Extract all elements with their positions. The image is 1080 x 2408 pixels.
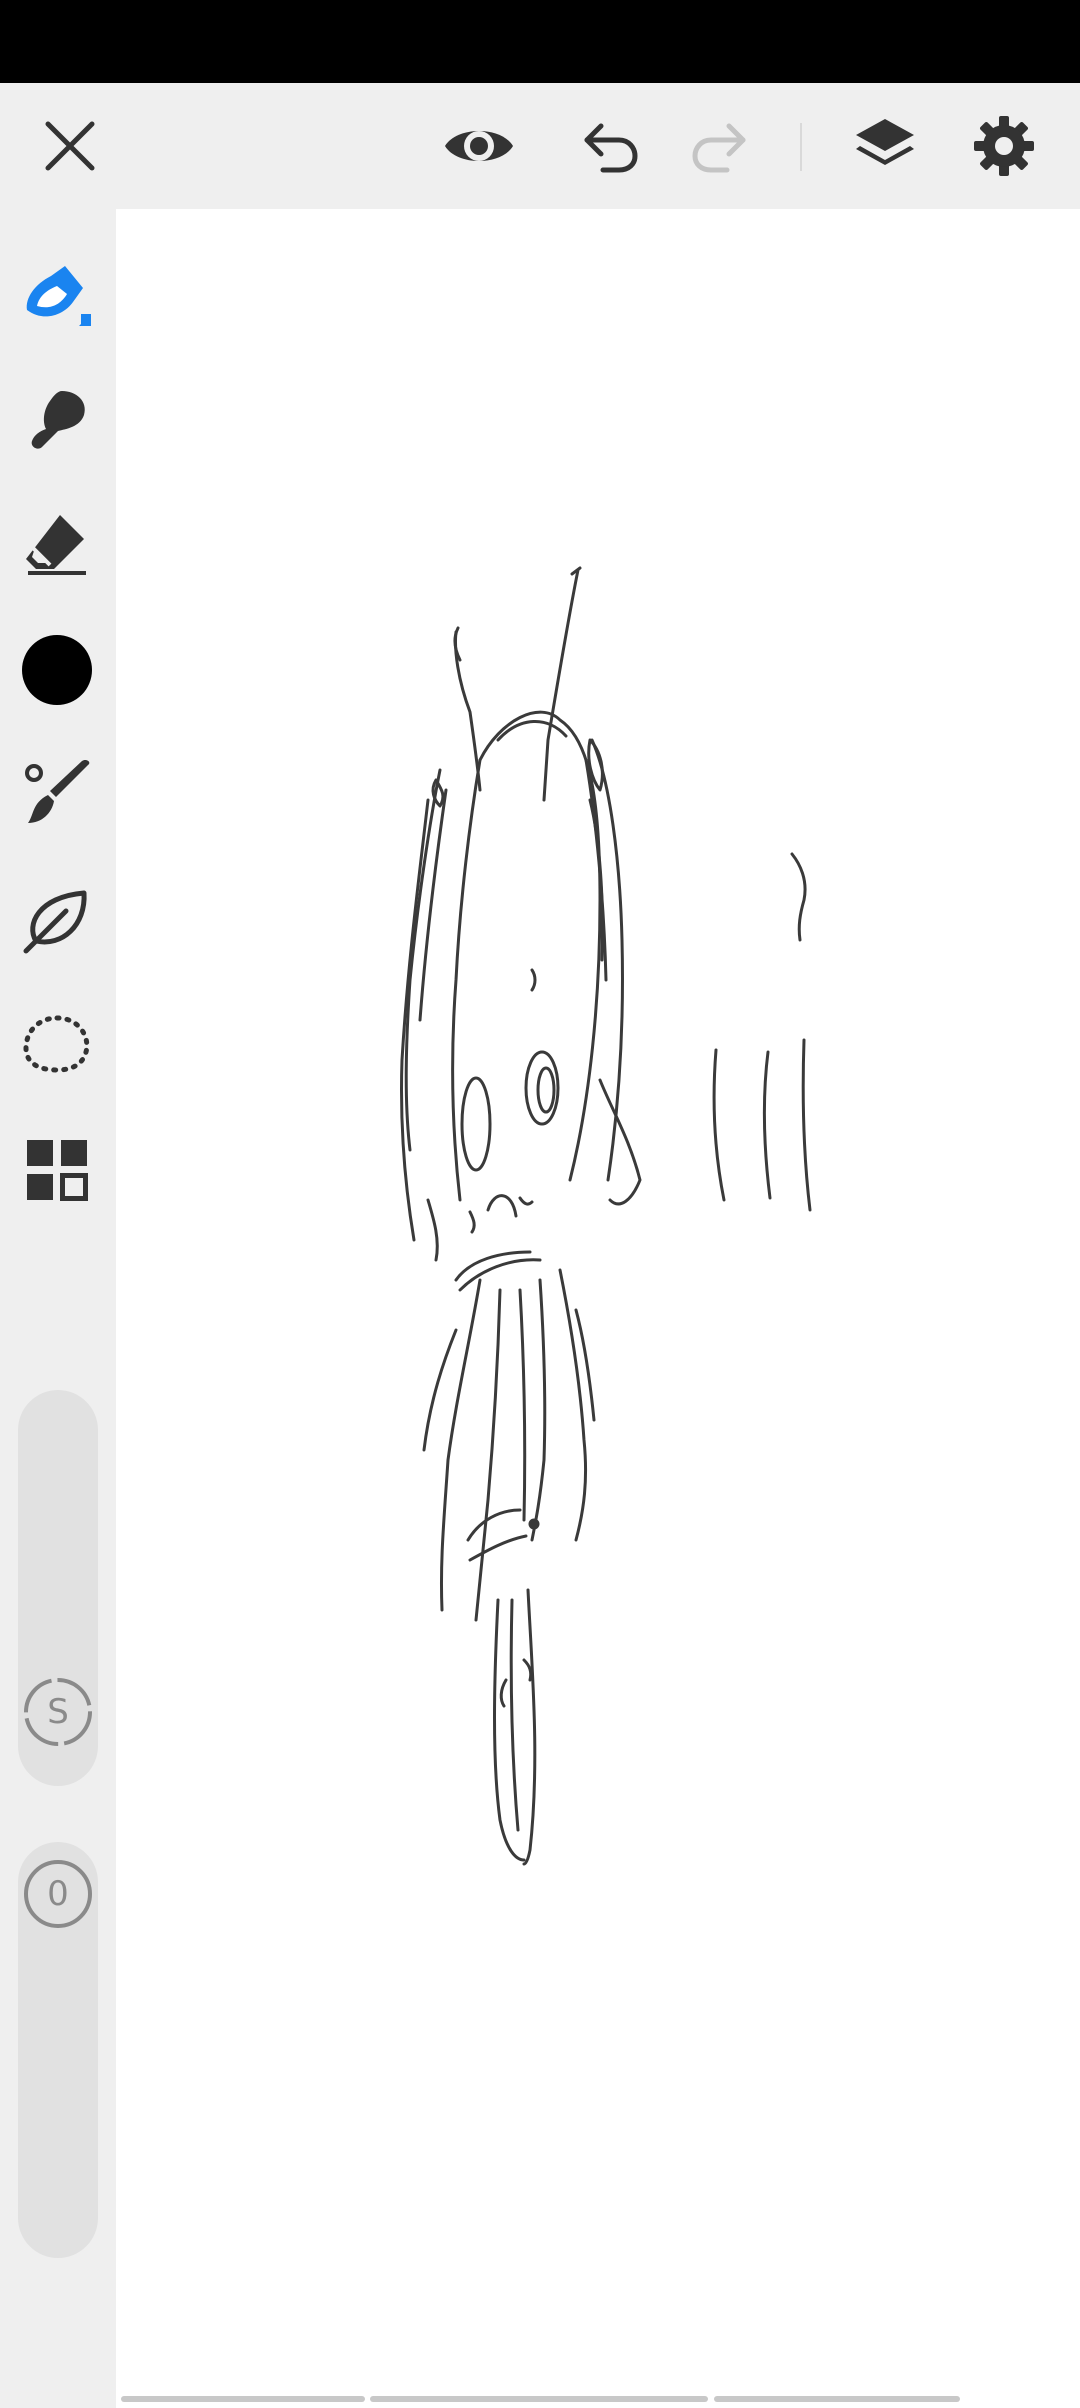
close-button[interactable]: [27, 103, 113, 189]
stabilizer-button[interactable]: [14, 877, 100, 963]
drawing-canvas[interactable]: [116, 209, 1080, 2408]
preview-button[interactable]: [436, 103, 522, 189]
brush-size-knob[interactable]: S: [22, 1676, 94, 1748]
lasso-icon: [23, 1015, 90, 1073]
settings-button[interactable]: [961, 103, 1047, 189]
brush-size-slider[interactable]: S: [18, 1390, 98, 1786]
status-bar: [0, 0, 1080, 83]
tool-sidebar: S 0: [0, 209, 116, 2408]
close-icon: [45, 121, 95, 171]
top-toolbar: [0, 83, 1080, 209]
undo-button[interactable]: [568, 103, 654, 189]
layers-button[interactable]: [842, 103, 928, 189]
color-swatch: [22, 635, 92, 705]
color-picker-button[interactable]: [14, 627, 100, 713]
pen-tool-button[interactable]: [14, 251, 100, 337]
page-indicator-3: [714, 2396, 960, 2402]
opacity-slider[interactable]: 0: [18, 1842, 98, 2258]
more-tools-button[interactable]: [14, 1127, 100, 1213]
eye-icon: [445, 131, 513, 161]
smudge-icon: [31, 391, 85, 449]
smudge-tool-button[interactable]: [14, 377, 100, 463]
opacity-knob-label: 0: [47, 1874, 69, 1914]
pen-icon: [26, 266, 91, 326]
grid-icon: [27, 1140, 88, 1201]
page-indicator-2: [370, 2396, 708, 2402]
layers-icon: [856, 119, 914, 165]
opacity-knob[interactable]: 0: [22, 1858, 94, 1930]
undo-icon: [584, 123, 638, 173]
brush-icon: [25, 759, 90, 823]
page-indicator-1: [121, 2396, 365, 2402]
brush-settings-button[interactable]: [14, 751, 100, 837]
sketch-drawing: [400, 566, 812, 1866]
gear-icon: [974, 116, 1034, 176]
leaf-icon: [23, 890, 87, 954]
size-knob-label: S: [47, 1692, 69, 1732]
redo-icon: [692, 123, 746, 173]
lasso-tool-button[interactable]: [14, 1001, 100, 1087]
eraser-icon: [26, 515, 86, 575]
toolbar-divider: [800, 123, 802, 171]
eraser-tool-button[interactable]: [14, 501, 100, 587]
redo-button[interactable]: [676, 103, 762, 189]
